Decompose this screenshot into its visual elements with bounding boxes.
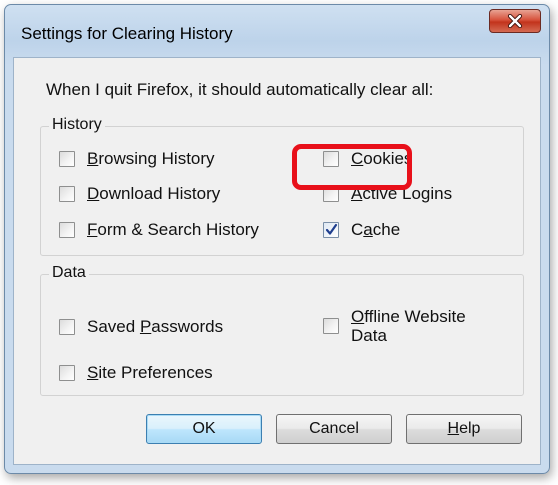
checkbox-box[interactable] <box>59 222 75 238</box>
download-history-checkbox[interactable]: Download History <box>59 184 220 204</box>
active-logins-checkbox[interactable]: Active Logins <box>323 184 452 204</box>
checkbox-box[interactable] <box>59 186 75 202</box>
saved-passwords-label: Saved Passwords <box>87 317 224 336</box>
data-group: Data Saved Passwords Site Preferences Of… <box>40 264 524 396</box>
help-button[interactable]: Help <box>406 414 522 444</box>
cancel-button[interactable]: Cancel <box>276 414 392 444</box>
history-group: History Browsing History Download Histor… <box>40 116 524 256</box>
site-preferences-label: Site Preferences <box>87 363 213 382</box>
offline-website-data-label: Offline Website Data <box>351 307 466 345</box>
help-button-rest: elp <box>459 420 481 437</box>
cache-label: Cache <box>351 220 401 239</box>
window-title: Settings for Clearing History <box>21 24 233 43</box>
form-search-history-label: Form & Search History <box>87 220 259 239</box>
prompt-text: When I quit Firefox, it should automatic… <box>46 80 434 99</box>
saved-passwords-checkbox[interactable]: Saved Passwords <box>59 317 223 337</box>
checkbox-box[interactable] <box>59 365 75 381</box>
checkbox-box[interactable] <box>323 222 339 238</box>
close-button[interactable] <box>489 9 541 33</box>
dialog-body: When I quit Firefox, it should automatic… <box>13 57 541 465</box>
ok-button[interactable]: OK <box>146 414 262 444</box>
form-search-history-checkbox[interactable]: Form & Search History <box>59 220 259 240</box>
close-icon <box>507 14 523 28</box>
cookies-label: Cookies <box>351 149 413 168</box>
active-logins-label: Active Logins <box>351 184 453 203</box>
history-group-legend: History <box>49 116 105 134</box>
checkmark-icon <box>325 223 338 235</box>
data-group-legend: Data <box>49 264 89 282</box>
cookies-checkbox[interactable]: Cookies <box>323 149 412 169</box>
cache-checkbox[interactable]: Cache <box>323 220 400 240</box>
browsing-history-checkbox[interactable]: Browsing History <box>59 149 215 169</box>
checkbox-box[interactable] <box>323 186 339 202</box>
browsing-history-label: Browsing History <box>87 149 215 168</box>
dialog-window: Settings for Clearing History When I qui… <box>4 4 550 474</box>
title-bar[interactable]: Settings for Clearing History <box>5 5 549 57</box>
help-button-key: H <box>447 420 460 437</box>
site-preferences-checkbox[interactable]: Site Preferences <box>59 363 213 383</box>
offline-website-data-checkbox[interactable]: Offline Website Data <box>323 307 466 345</box>
checkbox-box[interactable] <box>323 151 339 167</box>
checkbox-box[interactable] <box>59 151 75 167</box>
checkbox-box[interactable] <box>323 318 339 334</box>
download-history-label: Download History <box>87 184 221 203</box>
checkbox-box[interactable] <box>59 319 75 335</box>
